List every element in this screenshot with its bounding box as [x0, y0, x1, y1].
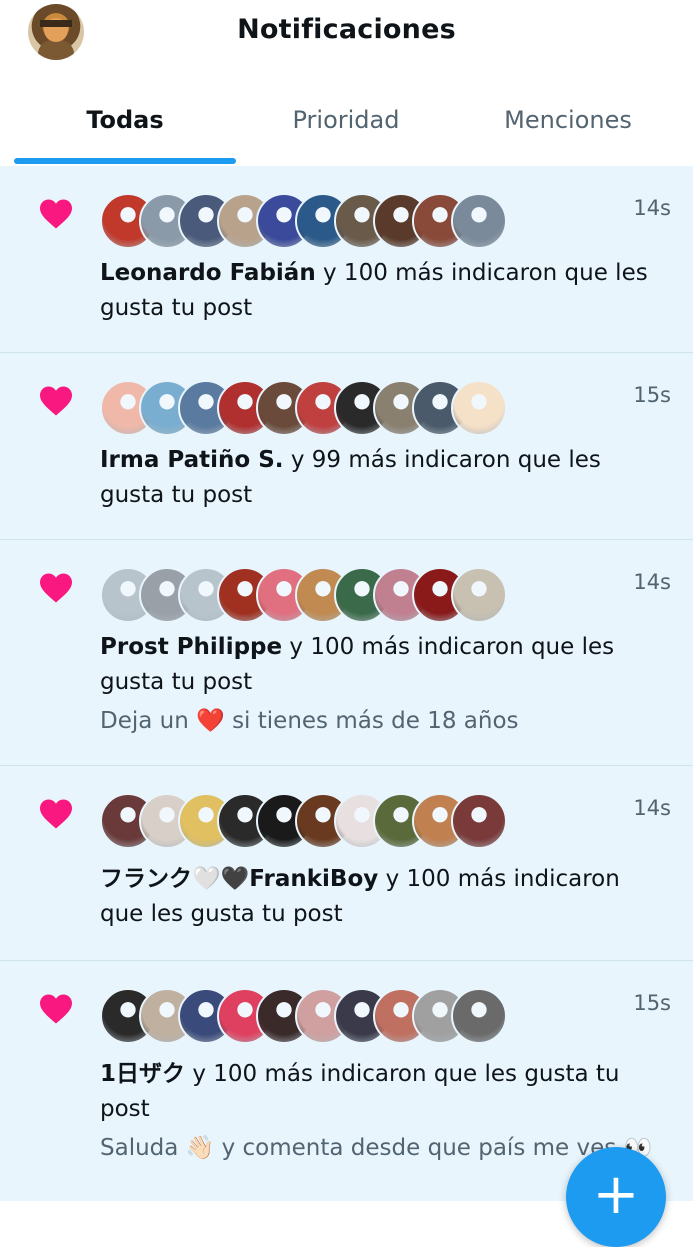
user-name[interactable]: Prost Philippe	[100, 634, 282, 660]
notification-text: 1日ザク y 100 más indicaron que les gusta t…	[100, 1057, 660, 1127]
post-preview-text: Deja un ❤️ si tienes más de 18 años	[100, 708, 519, 734]
timestamp: 14s	[633, 570, 671, 594]
tab-todas[interactable]: Todas	[14, 106, 236, 134]
page-title: Notificaciones	[237, 14, 456, 45]
notification-item[interactable]: 14s フランク🤍🖤FrankiBoy y 100 más indicaron …	[0, 766, 693, 961]
timestamp: 14s	[633, 196, 671, 220]
notification-text: Irma Patiño S. y 99 más indicaron que le…	[100, 443, 660, 513]
heart-icon	[40, 199, 72, 229]
tab-prioridad[interactable]: Prioridad	[236, 106, 456, 134]
notification-item[interactable]: 14s Leonardo Fabián y 100 más indicaron …	[0, 166, 693, 353]
user-name[interactable]: Leonardo Fabián	[100, 260, 316, 286]
heart-icon	[40, 994, 72, 1024]
avatar[interactable]	[451, 193, 507, 249]
avatar-stack[interactable]	[100, 380, 507, 436]
heart-icon	[40, 573, 72, 603]
notification-item[interactable]: 14s Prost Philippe y 100 más indicaron q…	[0, 540, 693, 766]
avatar[interactable]	[451, 793, 507, 849]
compose-button[interactable]: +	[566, 1147, 666, 1247]
plus-icon: +	[592, 1162, 640, 1227]
active-tab-indicator	[14, 158, 236, 164]
user-name[interactable]: Irma Patiño S.	[100, 447, 284, 473]
user-name[interactable]: 1日ザク	[100, 1061, 185, 1087]
post-preview-text: Saluda 👋🏻 y comenta desde que país me ve…	[100, 1135, 653, 1161]
heart-icon	[40, 386, 72, 416]
user-name[interactable]: フランク🤍🖤FrankiBoy	[100, 866, 378, 892]
avatar-stack[interactable]	[100, 793, 507, 849]
avatar-stack[interactable]	[100, 193, 507, 249]
timestamp: 15s	[633, 991, 671, 1015]
tab-bar: Todas Prioridad Menciones	[0, 96, 693, 166]
avatar[interactable]	[451, 567, 507, 623]
notification-text: フランク🤍🖤FrankiBoy y 100 más indicaron que …	[100, 862, 660, 932]
notification-text: Leonardo Fabián y 100 más indicaron que …	[100, 256, 660, 326]
timestamp: 15s	[633, 383, 671, 407]
tab-menciones[interactable]: Menciones	[456, 106, 680, 134]
notification-item[interactable]: 15s Irma Patiño S. y 99 más indicaron qu…	[0, 353, 693, 540]
notification-text: Prost Philippe y 100 más indicaron que l…	[100, 630, 660, 700]
avatar[interactable]	[451, 380, 507, 436]
avatar-stack[interactable]	[100, 988, 507, 1044]
avatar-stack[interactable]	[100, 567, 507, 623]
timestamp: 14s	[633, 796, 671, 820]
avatar[interactable]	[451, 988, 507, 1044]
heart-icon	[40, 799, 72, 829]
top-header: Notificaciones Todas Prioridad Menciones	[0, 0, 693, 166]
